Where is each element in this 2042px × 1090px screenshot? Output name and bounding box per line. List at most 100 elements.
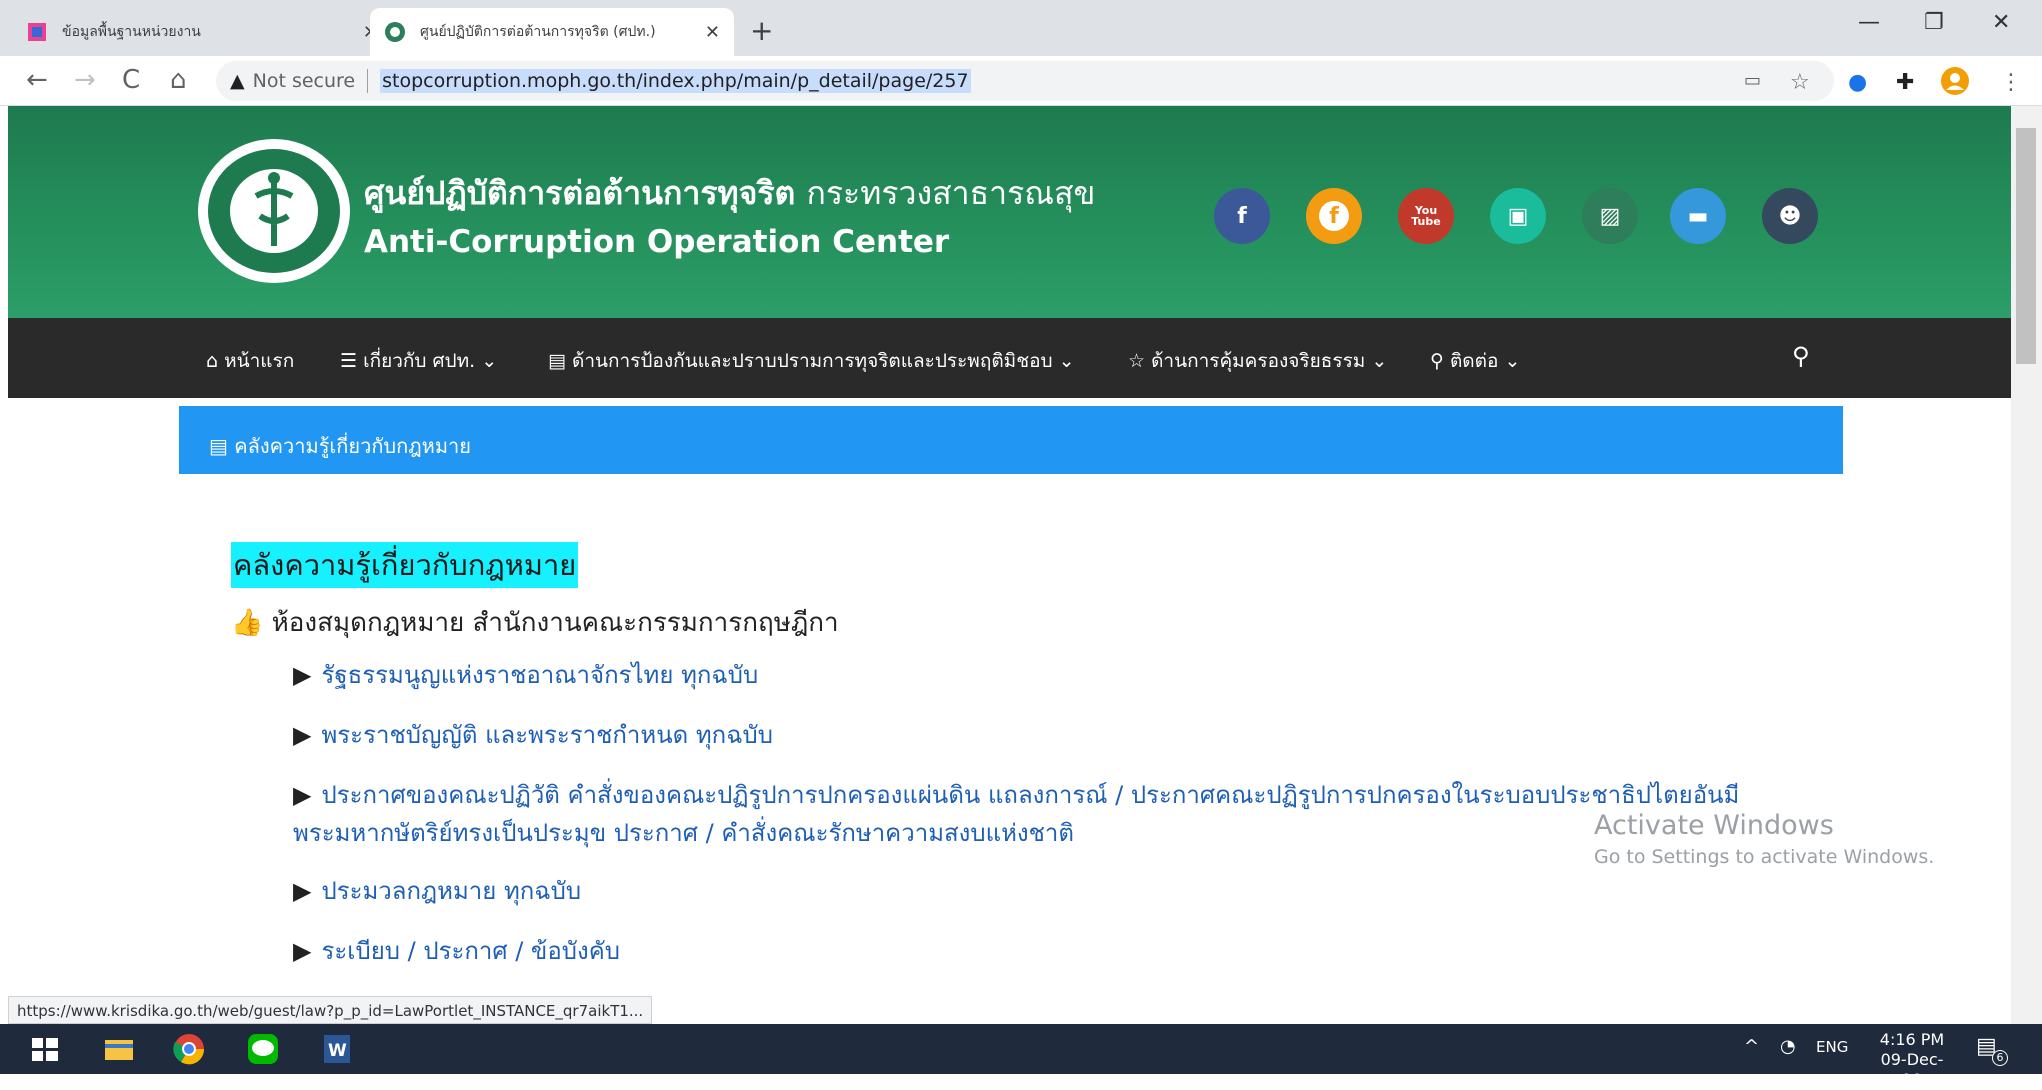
nav-contact[interactable]: ⚲ ติดต่อ ⌄ [1430,346,1520,376]
law-link[interactable]: ระเบียบ / ประกาศ / ข้อบังคับ [321,937,620,965]
triangle-icon: ▶ [293,877,312,905]
nav-about-label: เกี่ยวกับ ศปท. [363,350,476,372]
list-item[interactable]: ▶ ระเบียบ / ประกาศ / ข้อบังคับ [293,932,1793,970]
map-pin-icon: ⚲ [1430,350,1450,372]
close-icon[interactable]: ✕ [705,22,720,43]
svg-text:W: W [328,1041,347,1061]
language-indicator[interactable]: ENG [1816,1038,1848,1056]
people-icon[interactable]: ☻ [1762,188,1818,244]
browser-toolbar: ← → C ⌂ ▲ Not secure stopcorruption.moph… [0,56,2042,106]
law-link[interactable]: พระราชบัญญัติ และพระราชกำหนด ทุกฉบับ [321,721,773,749]
cast-icon[interactable]: ▭ [1744,70,1761,91]
triangle-icon: ▶ [293,661,312,689]
warning-icon: ▲ [230,70,245,92]
page-title: คลังความรู้เกี่ยวกับกฎหมาย [231,542,579,588]
nav-prevention-label: ด้านการป้องกันและปราบปรามการทุจริตและประ… [572,350,1053,372]
card-icon[interactable]: ▬ [1670,188,1726,244]
triangle-icon: ▶ [293,721,312,749]
nav-contact-label: ติดต่อ [1449,350,1499,372]
tab-title: ข้อมูลพื้นฐานหน่วยงาน [62,24,201,40]
site-title-english: Anti-Corruption Operation Center [364,224,950,260]
network-icon[interactable]: ◔ [1780,1036,1796,1057]
chevron-down-icon: ⌄ [1498,350,1521,372]
clock[interactable]: 4:16 PM 09-Dec-20 [1872,1030,1952,1090]
tab-title: ศูนย์ปฏิบัติการต่อต้านการทุจริต (ศปท.) [420,24,656,40]
list-item[interactable]: ▶ ประมวลกฎหมาย ทุกฉบับ [293,872,1793,910]
tab-inactive[interactable]: ข้อมูลพื้นฐานหน่วยงาน ✕ [12,8,392,56]
notification-count-badge: 6 [1992,1050,2008,1066]
law-link[interactable]: ประมวลกฎหมาย ทุกฉบับ [321,877,581,905]
address-bar[interactable]: ▲ Not secure stopcorruption.moph.go.th/i… [216,61,1834,101]
facebook-page-icon[interactable]: f [1306,188,1362,244]
activation-watermark-text: Go to Settings to activate Windows. [1594,846,1935,868]
star-icon: ☆ [1128,350,1152,372]
windows-taskbar: W ^ ◔ ENG 4:16 PM 09-Dec-20 ▤ 6 [0,1024,2042,1089]
law-link[interactable]: ประกาศของคณะปฏิวัติ คำสั่งของคณะปฏิรูปกา… [293,781,1739,847]
triangle-icon: ▶ [293,781,312,809]
line-app-icon[interactable] [246,1032,280,1066]
extension-icon[interactable]: ● [1848,70,1867,95]
home-icon[interactable]: ⌂ [170,65,187,95]
word-icon[interactable]: W [320,1032,354,1066]
triangle-icon: ▶ [293,937,312,965]
scrollbar-thumb[interactable] [2016,128,2036,364]
tab-active[interactable]: ศูนย์ปฏิบัติการต่อต้านการทุจริต (ศปท.) ✕ [370,8,734,56]
page-viewport: ศูนย์ปฏิบัติการต่อต้านการทุจริต กระทรวงส… [8,106,2011,1024]
chevron-down-icon: ⌄ [1052,350,1075,372]
minimize-icon[interactable]: — [1858,10,1880,35]
chevron-down-icon: ⌄ [1365,350,1388,372]
document-icon: ▤ [548,350,572,372]
site-title-ministry: กระทรวงสาธารณสุข [806,174,1096,212]
thumbs-up-icon: 👍 [231,608,272,638]
scrollbar[interactable] [2011,106,2042,1024]
favicon-icon [26,21,48,43]
photo-icon[interactable]: ▨ [1582,188,1638,244]
youtube-icon[interactable]: You Tube [1398,188,1454,244]
security-label: Not secure [252,70,356,92]
search-icon[interactable]: ⚲ [1792,342,1810,370]
nav-home[interactable]: ⌂ หน้าแรก [206,346,294,376]
chevron-down-icon: ⌄ [475,350,498,372]
law-link[interactable]: รัฐธรรมนูญแห่งราชอาณาจักรไทย ทุกฉบับ [321,661,758,689]
nav-prevention[interactable]: ▤ ด้านการป้องกันและปราบปรามการทุจริตและป… [548,346,1075,376]
reload-icon[interactable]: C [122,65,140,95]
list-item[interactable]: ▶ ประกาศของคณะปฏิวัติ คำสั่งของคณะปฏิรูปก… [293,776,1763,852]
forward-icon[interactable]: → [74,65,96,95]
star-icon[interactable]: ☆ [1790,70,1810,95]
nav-about[interactable]: ☰ เกี่ยวกับ ศปท. ⌄ [340,346,497,376]
nav-ethics[interactable]: ☆ ด้านการคุ้มครองจริยธรรม ⌄ [1128,346,1387,376]
new-tab-button[interactable]: + [750,14,773,47]
chrome-icon[interactable] [172,1032,206,1066]
file-explorer-icon[interactable] [102,1032,136,1066]
chevron-up-icon[interactable]: ^ [1744,1036,1759,1057]
document-icon: ▤ [209,434,235,458]
back-icon[interactable]: ← [26,65,48,95]
menu-icon[interactable]: ⋮ [2000,70,2022,95]
list-item[interactable]: ▶ พระราชบัญญัติ และพระราชกำหนด ทุกฉบับ [293,716,1793,754]
close-window-icon[interactable]: ✕ [1992,10,2010,35]
site-title-thai: ศูนย์ปฏิบัติการต่อต้านการทุจริต กระทรวงส… [364,168,1095,219]
list-icon: ☰ [340,350,364,372]
list-item[interactable]: ▶ รัฐธรรมนูญแห่งราชอาณาจักรไทย ทุกฉบับ [293,656,1793,694]
restore-icon[interactable]: ❐ [1924,10,1944,35]
facebook-icon[interactable]: f [1214,188,1270,244]
avatar[interactable] [1940,66,1970,102]
clipboard-icon[interactable]: ▣ [1490,188,1546,244]
home-icon: ⌂ [206,350,225,372]
logo [194,136,354,286]
tab-strip: ข้อมูลพื้นฐานหน่วยงาน ✕ ศูนย์ปฏิบัติการต… [0,0,2042,56]
clock-date: 09-Dec-20 [1880,1050,1944,1089]
main-navigation: ⌂ หน้าแรก ☰ เกี่ยวกับ ศปท. ⌄ ▤ ด้านการป้… [8,318,2011,398]
activation-watermark-title: Activate Windows [1594,810,1834,841]
puzzle-icon[interactable]: ✚ [1896,70,1914,95]
library-heading: 👍 ห้องสมุดกฎหมาย สำนักงานคณะกรรมการกฤษฎี… [231,602,839,643]
url-text[interactable]: stopcorruption.moph.go.th/index.php/main… [380,69,971,93]
windows-start-icon[interactable] [28,1032,62,1066]
status-url: https://www.krisdika.go.th/web/guest/law… [8,996,653,1024]
divider [367,69,369,93]
site-title-bold: ศูนย์ปฏิบัติการต่อต้านการทุจริต [364,174,796,212]
nav-ethics-label: ด้านการคุ้มครองจริยธรรม [1151,350,1366,372]
nav-home-label: หน้าแรก [224,350,295,372]
panel-header: ▤ คลังความรู้เกี่ยวกับกฎหมาย [179,406,1843,474]
panel-header-label: คลังความรู้เกี่ยวกับกฎหมาย [234,434,471,458]
